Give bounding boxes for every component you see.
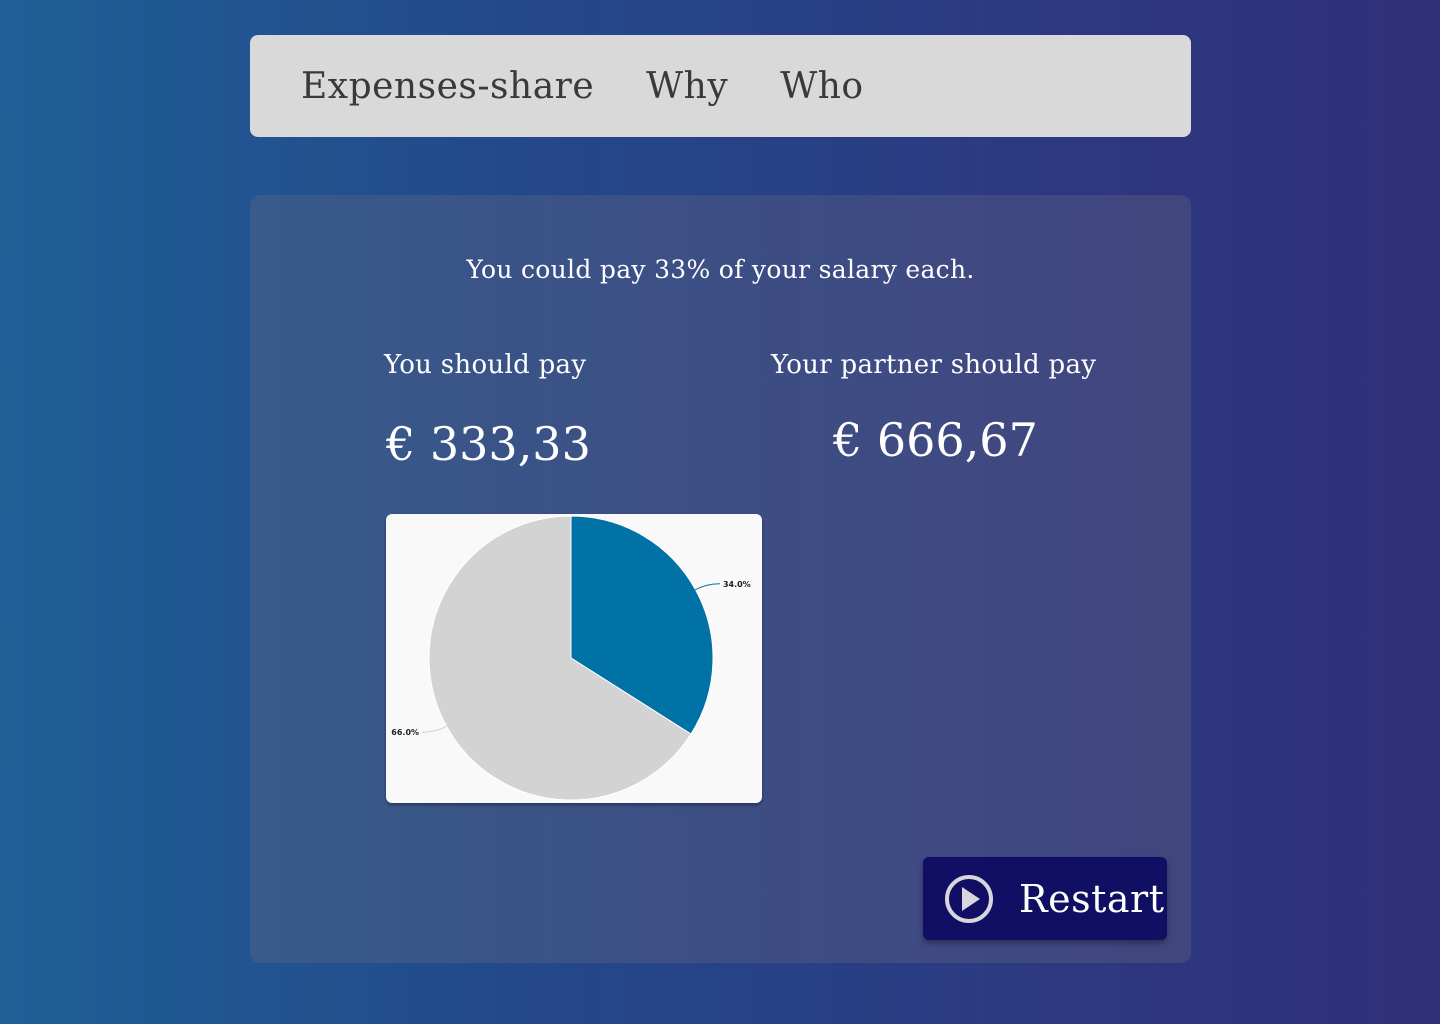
you-pay-label: You should pay bbox=[384, 350, 587, 380]
pie-data-label-1: 66.0% bbox=[391, 728, 419, 737]
pie-chart-svg: 34.0% 66.0% bbox=[391, 515, 751, 801]
nav-link-who[interactable]: Who bbox=[780, 66, 863, 107]
result-panel: You could pay 33% of your salary each. Y… bbox=[250, 195, 1191, 963]
partner-pay-label: Your partner should pay bbox=[771, 350, 1097, 380]
partner-pay-amount: € 666,67 bbox=[833, 413, 1038, 467]
play-circle-icon bbox=[945, 874, 993, 923]
restart-button-label: Restart bbox=[1019, 876, 1165, 921]
nav-brand-link[interactable]: Expenses-share bbox=[301, 66, 594, 107]
pie-leader-line-0 bbox=[693, 583, 720, 591]
summary-text: You could pay 33% of your salary each. bbox=[466, 255, 975, 284]
restart-button[interactable]: Restart bbox=[923, 857, 1167, 940]
pie-leader-line-1 bbox=[422, 725, 449, 733]
you-pay-amount: € 333,33 bbox=[386, 417, 591, 471]
pie-data-label-0: 34.0% bbox=[723, 580, 751, 589]
nav-link-why[interactable]: Why bbox=[646, 66, 728, 107]
share-pie-chart: 34.0% 66.0% bbox=[386, 514, 762, 803]
top-navbar: Expenses-share Why Who bbox=[250, 35, 1191, 137]
